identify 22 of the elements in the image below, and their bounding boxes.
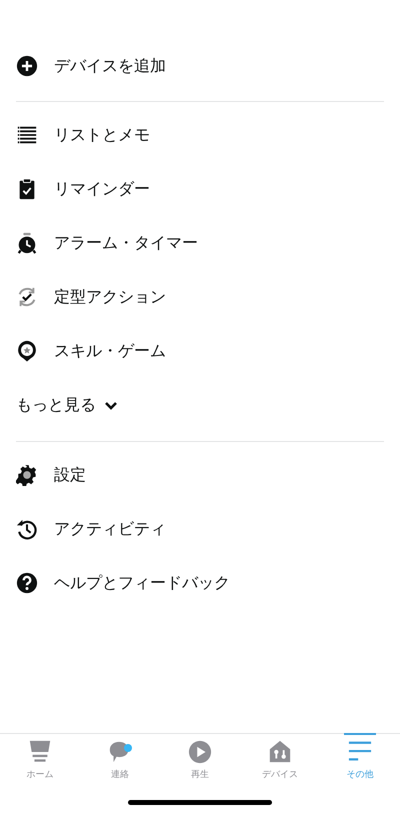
menu-item[interactable]: 定型アクション <box>16 270 384 324</box>
play-icon <box>188 740 212 764</box>
menu-item[interactable]: リストとメモ <box>16 108 384 162</box>
menu-item[interactable]: デバイスを追加 <box>16 39 384 93</box>
show-more-button[interactable]: もっと見る <box>16 378 118 433</box>
history-icon <box>16 518 38 540</box>
alarm-clock-icon <box>16 232 38 254</box>
active-indicator <box>344 733 376 735</box>
home-icon <box>28 740 52 764</box>
settings-icon <box>16 464 38 486</box>
menu-item[interactable]: リマインダー <box>16 162 384 216</box>
menu-item[interactable]: アラーム・タイマー <box>16 216 384 270</box>
refresh-check-icon <box>16 286 38 308</box>
menu-item[interactable]: 設定 <box>16 448 384 502</box>
menu-item[interactable]: スキル・ゲーム <box>16 324 384 378</box>
list-icon <box>16 124 38 146</box>
menu-item[interactable]: ヘルプとフィードバック <box>16 556 384 610</box>
plus-icon <box>16 55 38 77</box>
menu-item[interactable]: アクティビティ <box>16 502 384 556</box>
devices-icon <box>268 740 292 764</box>
speech-star-icon <box>16 340 38 362</box>
help-icon <box>16 572 38 594</box>
